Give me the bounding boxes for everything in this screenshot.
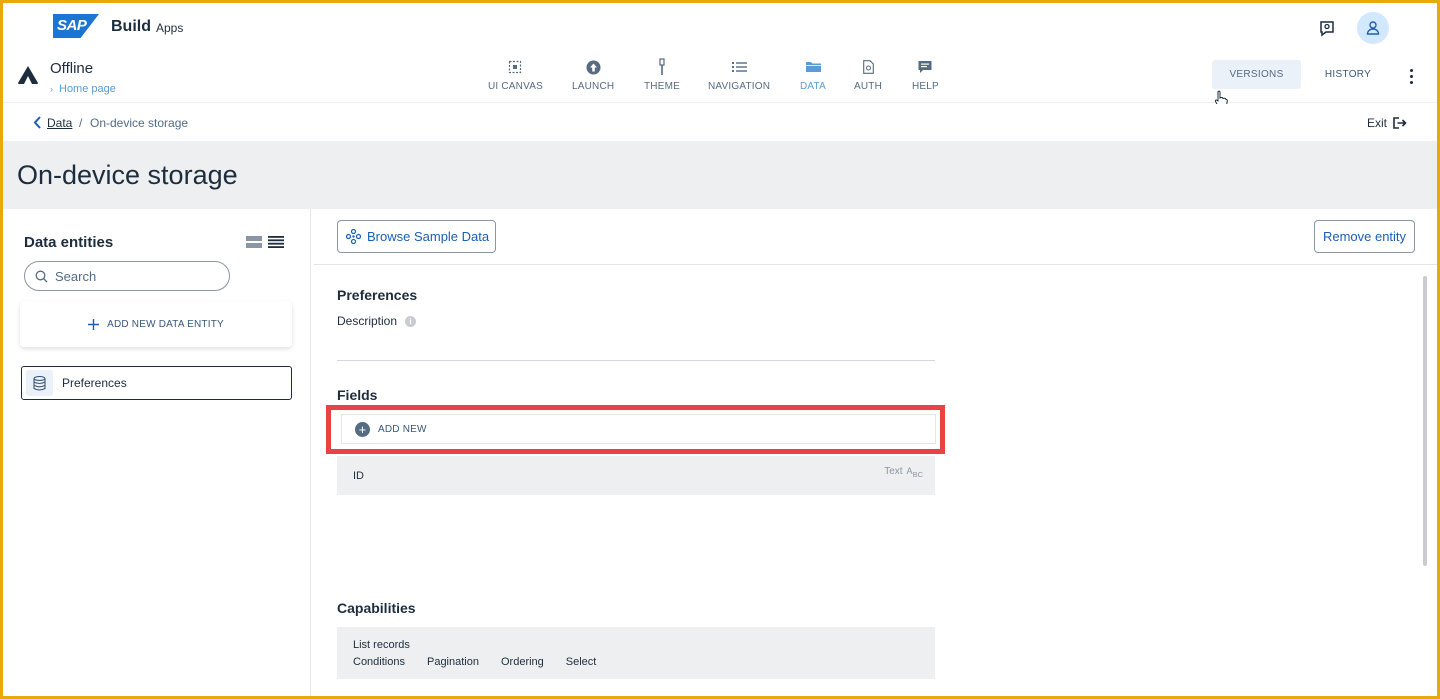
- search-input[interactable]: Search: [24, 261, 230, 291]
- add-new-label: ADD NEW: [378, 423, 427, 435]
- add-new-highlight: + ADD NEW: [326, 405, 945, 454]
- folder-icon: [805, 57, 821, 77]
- description-label: Description: [337, 314, 398, 328]
- exit-icon: [1393, 117, 1407, 129]
- description-field[interactable]: Description i: [337, 314, 417, 328]
- breadcrumb: Data / On-device storage Exit: [3, 104, 1437, 141]
- nav-ui-canvas[interactable]: UI CANVAS: [488, 57, 543, 92]
- nav-label: DATA: [800, 81, 826, 92]
- exit-button[interactable]: Exit: [1367, 116, 1407, 130]
- field-type: Text ABC: [884, 466, 923, 479]
- list-view-icon[interactable]: [268, 236, 284, 248]
- list-icon: [731, 57, 747, 77]
- text-type-icon: ABC: [906, 466, 923, 479]
- app-header: Offline › Home page UI CANVAS LAUNCH THEM…: [3, 51, 1437, 108]
- app-title: Offline: [50, 60, 94, 77]
- field-row[interactable]: ID Text ABC: [337, 456, 935, 495]
- app-logo-icon: [17, 65, 39, 90]
- breadcrumb-data-link[interactable]: Data: [47, 116, 72, 130]
- entity-toolbar: Browse Sample Data Remove entity: [314, 209, 1437, 265]
- plus-icon: [88, 318, 100, 330]
- history-button[interactable]: HISTORY: [1310, 60, 1386, 89]
- capability-item: Pagination: [426, 656, 479, 668]
- add-new-field-button[interactable]: + ADD NEW: [341, 414, 936, 444]
- connections-icon: [346, 229, 361, 244]
- browse-label: Browse Sample Data: [367, 229, 490, 244]
- divider: [337, 360, 935, 361]
- nav-label: LAUNCH: [572, 81, 615, 92]
- data-entities-panel: Data entities Search ADD NEW DATA ENTITY…: [3, 209, 311, 699]
- entity-label: Preferences: [62, 376, 127, 390]
- page-title: On-device storage: [17, 160, 238, 190]
- panel-title: Data entities: [24, 234, 114, 251]
- exit-label: Exit: [1367, 116, 1388, 130]
- nav-label: THEME: [644, 81, 680, 92]
- view-toggle: [246, 236, 284, 248]
- entity-name-heading: Preferences: [337, 287, 418, 303]
- search-icon: [35, 270, 48, 282]
- add-circle-icon: +: [355, 421, 370, 437]
- brand-name: Build: [111, 18, 151, 35]
- capability-item: Select: [565, 656, 597, 668]
- nav-label: NAVIGATION: [708, 81, 771, 92]
- nav-navigation[interactable]: NAVIGATION: [708, 57, 770, 92]
- capability-item: Conditions: [353, 656, 405, 668]
- page-header: On-device storage: [3, 141, 1437, 209]
- field-name: ID: [353, 470, 364, 482]
- browse-sample-data-button[interactable]: Browse Sample Data: [337, 220, 496, 253]
- nav-label: HELP: [912, 81, 939, 92]
- nav-launch[interactable]: LAUNCH: [572, 57, 614, 92]
- user-avatar[interactable]: [1357, 12, 1389, 44]
- launch-icon: [586, 57, 601, 77]
- scrollbar[interactable]: [1423, 276, 1427, 566]
- capabilities-heading: Capabilities: [337, 600, 416, 616]
- versions-button[interactable]: VERSIONS: [1212, 60, 1301, 89]
- chevron-right-icon: ›: [50, 84, 53, 94]
- brand-sub: Apps: [156, 21, 184, 35]
- capability-item: Ordering: [500, 656, 544, 668]
- add-entity-label: ADD NEW DATA ENTITY: [107, 318, 224, 330]
- chat-icon: [918, 57, 932, 77]
- breadcrumb-separator: /: [79, 116, 83, 130]
- more-options-icon[interactable]: [1403, 63, 1419, 89]
- nav-label: AUTH: [854, 81, 883, 92]
- brush-icon: [657, 57, 667, 77]
- nav-help[interactable]: HELP: [912, 57, 939, 92]
- grid-view-icon[interactable]: [246, 236, 262, 248]
- feedback-icon[interactable]: [1313, 15, 1341, 43]
- search-placeholder: Search: [55, 268, 97, 284]
- field-type-label: Text: [884, 466, 903, 477]
- nav-auth[interactable]: AUTH: [854, 57, 882, 92]
- database-icon: [26, 370, 53, 396]
- canvas-icon: [508, 57, 522, 77]
- shell-bar: SAP Build Apps: [3, 3, 1437, 51]
- entity-item-preferences[interactable]: Preferences: [21, 366, 292, 400]
- remove-entity-button[interactable]: Remove entity: [1314, 220, 1415, 253]
- app-page-label: Home page: [59, 83, 116, 95]
- sap-logo[interactable]: SAP: [53, 14, 99, 38]
- add-new-data-entity-button[interactable]: ADD NEW DATA ENTITY: [20, 301, 292, 347]
- document-icon: [862, 57, 874, 77]
- fields-heading: Fields: [337, 387, 378, 403]
- capabilities-box: List records Conditions Pagination Order…: [337, 627, 935, 679]
- entity-details: Preferences Description i Fields + ADD N…: [314, 266, 1437, 699]
- app-page-link[interactable]: › Home page: [50, 83, 116, 95]
- capabilities-group: List records: [353, 639, 410, 651]
- nav-data[interactable]: DATA: [800, 57, 826, 92]
- nav-label: UI CANVAS: [488, 81, 543, 92]
- nav-theme[interactable]: THEME: [644, 57, 680, 92]
- user-icon: [1366, 21, 1380, 35]
- chevron-left-icon[interactable]: [33, 116, 41, 134]
- breadcrumb-current: On-device storage: [90, 116, 189, 130]
- capabilities-list: Conditions Pagination Ordering Select: [353, 656, 596, 668]
- info-icon[interactable]: i: [405, 315, 417, 327]
